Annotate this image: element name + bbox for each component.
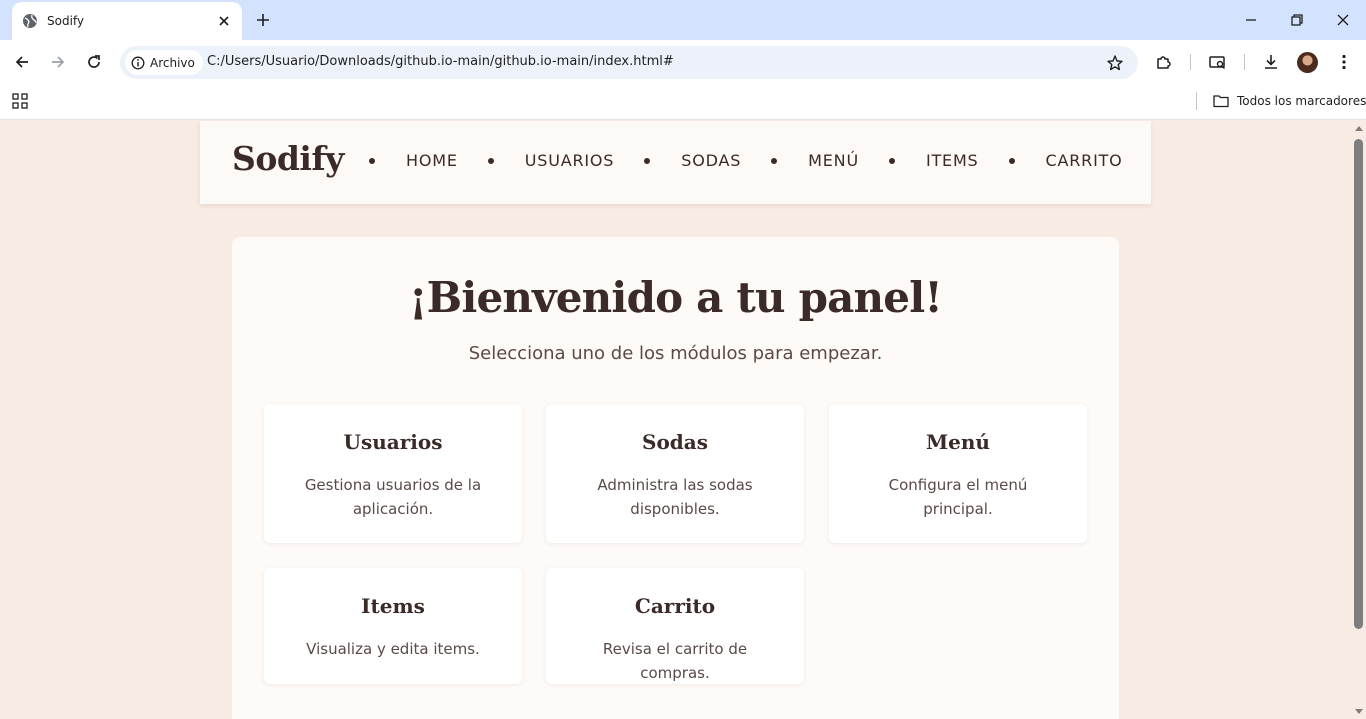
- back-icon[interactable]: [13, 53, 31, 71]
- card-description: Visualiza y edita items.: [306, 640, 480, 658]
- download-icon[interactable]: [1262, 53, 1280, 71]
- all-bookmarks-folder[interactable]: Todos los marcadores: [1212, 92, 1366, 110]
- card-items[interactable]: Items Visualiza y edita items.: [264, 568, 522, 684]
- nav-bullet: [487, 157, 494, 164]
- browser-toolbar: Archivo C:/Users/Usuario/Downloads/githu…: [0, 40, 1366, 84]
- card-description: Configura el menú principal.: [888, 476, 1028, 518]
- nav-usuarios[interactable]: USUARIOS: [525, 151, 615, 170]
- card-title: Carrito: [634, 594, 716, 618]
- nav-home[interactable]: HOME: [406, 151, 458, 170]
- restore-icon[interactable]: [1289, 12, 1305, 28]
- card-usuarios[interactable]: Usuarios Gestiona usuarios de la aplicac…: [264, 404, 522, 543]
- site-logo[interactable]: Sodify: [232, 139, 344, 178]
- address-bar[interactable]: Archivo C:/Users/Usuario/Downloads/githu…: [120, 46, 1138, 79]
- nav-bullet: [888, 157, 895, 164]
- minimize-icon[interactable]: [1243, 12, 1259, 28]
- card-carrito[interactable]: Carrito Revisa el carrito de compras.: [546, 568, 804, 684]
- card-title: Menú: [926, 430, 990, 454]
- toolbar-divider: [1244, 54, 1245, 70]
- card-description: Administra las sodas disponibles.: [597, 476, 753, 518]
- site-header: Sodify HOME USUARIOS SODAS MENÚ ITEMS CA…: [200, 121, 1151, 204]
- nav-items[interactable]: ITEMS: [926, 151, 979, 170]
- forward-icon[interactable]: [49, 53, 67, 71]
- card-title: Items: [361, 594, 425, 618]
- url-text[interactable]: C:/Users/Usuario/Downloads/github.io-mai…: [207, 54, 674, 69]
- all-bookmarks-label: Todos los marcadores: [1237, 94, 1366, 108]
- toolbar-divider: [1190, 54, 1191, 70]
- bookmarks-bar: Todos los marcadores: [0, 84, 1366, 120]
- more-menu-icon[interactable]: [1335, 53, 1353, 71]
- bookmarks-divider: [1196, 92, 1197, 110]
- close-tab-icon[interactable]: [216, 13, 232, 29]
- card-menu[interactable]: Menú Configura el menú principal.: [829, 404, 1087, 543]
- page-title: ¡Bienvenido a tu panel!: [409, 273, 943, 322]
- scroll-thumb[interactable]: [1354, 139, 1363, 629]
- scroll-up-arrow[interactable]: [1355, 126, 1363, 131]
- page-subtitle: Selecciona uno de los módulos para empez…: [468, 343, 883, 364]
- card-description: Gestiona usuarios de la aplicación.: [304, 476, 482, 518]
- apps-grid-icon[interactable]: [11, 92, 29, 110]
- tab-title: Sodify: [47, 14, 85, 28]
- extensions-icon[interactable]: [1155, 53, 1173, 71]
- card-description: Revisa el carrito de compras.: [602, 640, 748, 682]
- new-tab-icon[interactable]: [254, 11, 272, 29]
- page-scrollbar[interactable]: [1352, 121, 1366, 719]
- dashboard-panel: ¡Bienvenido a tu panel! Selecciona uno d…: [232, 237, 1119, 719]
- page-viewport: Sodify HOME USUARIOS SODAS MENÚ ITEMS CA…: [0, 121, 1352, 719]
- site-info-label: Archivo: [150, 55, 195, 70]
- globe-icon: [23, 14, 37, 28]
- nav-menu[interactable]: MENÚ: [808, 151, 859, 170]
- card-sodas[interactable]: Sodas Administra las sodas disponibles.: [546, 404, 804, 543]
- reload-icon[interactable]: [85, 53, 103, 71]
- info-icon: [131, 56, 145, 69]
- card-title: Usuarios: [343, 430, 443, 454]
- nav-carrito[interactable]: CARRITO: [1046, 151, 1123, 170]
- main-nav: HOME USUARIOS SODAS MENÚ ITEMS CARRITO: [369, 151, 1153, 170]
- card-title: Sodas: [642, 430, 708, 454]
- folder-icon: [1213, 95, 1229, 108]
- browser-tab[interactable]: Sodify: [12, 2, 242, 40]
- profile-avatar[interactable]: [1297, 52, 1318, 73]
- nav-bullet: [644, 157, 651, 164]
- nav-sodas[interactable]: SODAS: [681, 151, 741, 170]
- bookmark-star-icon[interactable]: [1106, 54, 1124, 72]
- site-info-chip[interactable]: Archivo: [125, 50, 203, 75]
- close-window-icon[interactable]: [1335, 12, 1351, 28]
- nav-bullet: [369, 157, 375, 164]
- nav-bullet: [1008, 157, 1015, 164]
- cast-search-icon[interactable]: [1208, 53, 1226, 71]
- scroll-down-arrow[interactable]: [1355, 709, 1363, 714]
- tab-strip: Sodify: [0, 0, 1366, 40]
- nav-bullet: [771, 157, 778, 164]
